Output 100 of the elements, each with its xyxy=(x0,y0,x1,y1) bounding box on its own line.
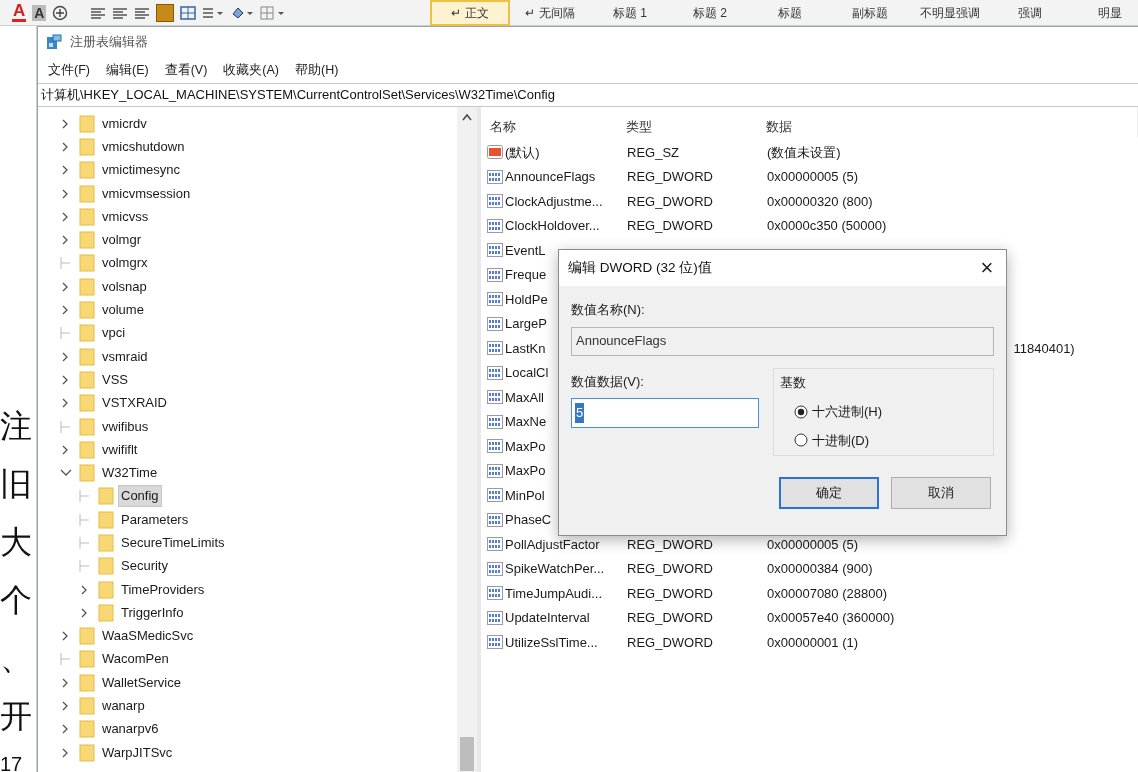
tree-item[interactable]: Security xyxy=(118,555,171,578)
folder-icon xyxy=(79,114,95,133)
scrollbar-thumb[interactable] xyxy=(460,737,474,771)
tree-item[interactable]: volmgrx xyxy=(99,252,151,275)
scrollbar[interactable] xyxy=(457,107,477,772)
tree-item[interactable]: TriggerInfo xyxy=(118,601,187,624)
address-bar[interactable]: 计算机\HKEY_LOCAL_MACHINE\SYSTEM\CurrentControlSet\Services\W32Time\Config xyxy=(38,83,1138,107)
folder-icon xyxy=(79,347,95,366)
registry-app-icon xyxy=(46,34,62,50)
align-icon xyxy=(112,5,129,20)
document-text: 注 xyxy=(0,406,32,446)
tree-item[interactable]: TimeProviders xyxy=(118,578,208,601)
radio-button[interactable] xyxy=(794,405,808,420)
tree-item[interactable]: vmicvss xyxy=(99,205,152,228)
value-type: REG_DWORD xyxy=(626,535,714,554)
tree-item[interactable]: WalletService xyxy=(99,671,184,694)
folder-icon xyxy=(79,417,95,436)
document-text: 、 xyxy=(0,638,32,678)
value-name-field[interactable]: AnnounceFlags xyxy=(571,326,994,356)
style-gallery-item[interactable]: 明显 xyxy=(1070,0,1138,26)
style-gallery-item[interactable]: 标题 1 xyxy=(590,0,670,26)
value-name: Freque xyxy=(505,266,547,284)
style-gallery-item[interactable]: 标题 xyxy=(750,0,830,26)
tree-item[interactable]: WaaSMedicSvc xyxy=(99,625,197,648)
font-color-button[interactable]: A xyxy=(12,3,27,22)
tree-item[interactable]: VSS xyxy=(99,368,131,391)
dialog-button[interactable]: 确定 xyxy=(779,476,879,509)
folder-icon xyxy=(98,603,114,622)
binary-value-icon xyxy=(487,267,503,282)
binary-value-icon xyxy=(487,610,503,625)
style-gallery-item[interactable]: ↵ 正文 xyxy=(430,0,510,26)
radio-label[interactable]: 十六进制(H) xyxy=(812,402,883,422)
tree-item[interactable]: Parameters xyxy=(118,508,192,531)
binary-value-icon xyxy=(487,292,503,307)
value-name: (默认) xyxy=(505,143,541,162)
tree-item[interactable]: vmicshutdown xyxy=(99,135,188,158)
value-data: 0x0000c350 (50000) xyxy=(766,217,887,235)
binary-value-icon xyxy=(487,169,503,184)
close-button[interactable]: × xyxy=(972,254,1002,282)
menu-item[interactable]: 帮助(H) xyxy=(291,60,343,80)
menu-item[interactable]: 收藏夹(A) xyxy=(219,60,283,80)
tree-item[interactable]: volsnap xyxy=(99,275,150,298)
menu-item[interactable]: 查看(V) xyxy=(160,60,212,80)
tree-item[interactable]: VSTXRAID xyxy=(99,392,170,415)
menu-item[interactable]: 编辑(E) xyxy=(101,60,153,80)
tree-item[interactable]: vwifibus xyxy=(99,415,152,438)
column-header[interactable]: 名称 xyxy=(487,116,623,136)
value-name: ClockHoldover... xyxy=(505,217,601,235)
tree-item[interactable]: vmictimesync xyxy=(99,159,183,182)
tree-item[interactable]: W32Time xyxy=(99,462,161,485)
style-gallery-item[interactable]: 标题 2 xyxy=(670,0,750,26)
value-data: 0x00000320 (800) xyxy=(766,192,873,211)
folder-icon xyxy=(79,673,95,692)
dialog-button[interactable]: 取消 xyxy=(891,476,991,509)
character-shading-button[interactable]: A xyxy=(32,4,47,21)
binary-value-icon xyxy=(487,439,503,454)
tree-item[interactable]: vsmraid xyxy=(99,345,151,368)
value-type: REG_DWORD xyxy=(626,633,714,652)
tree-item[interactable]: vmicrdv xyxy=(99,112,150,135)
menu-item[interactable]: 文件(F) xyxy=(44,60,94,80)
column-header[interactable]: 数据 xyxy=(763,116,963,136)
value-data-field[interactable]: 5 xyxy=(571,398,759,428)
tree-item[interactable]: volmgr xyxy=(99,229,144,252)
binary-value-icon xyxy=(487,537,503,552)
value-name: LargeP xyxy=(505,315,547,333)
tree-line-icon xyxy=(60,257,72,270)
style-gallery-item[interactable]: 强调 xyxy=(990,0,1070,26)
value-type: REG_DWORD xyxy=(626,609,714,627)
binary-value-icon xyxy=(487,635,503,650)
distribute-icon xyxy=(180,5,197,20)
value-type: REG_DWORD xyxy=(626,192,714,211)
column-header[interactable]: 类型 xyxy=(623,116,763,136)
tree-item[interactable]: Config xyxy=(118,485,162,508)
binary-value-icon xyxy=(487,463,503,478)
document-text: 大 xyxy=(0,522,32,562)
tree-item[interactable]: volume xyxy=(99,299,147,321)
field-label: 数值名称(N): xyxy=(571,301,646,319)
tree-line-icon xyxy=(79,537,91,549)
tree-line-icon xyxy=(60,653,72,666)
value-data: (数值未设置) xyxy=(766,143,841,162)
folder-icon xyxy=(79,720,95,739)
style-gallery-item[interactable]: 不明显强调 xyxy=(910,0,990,26)
value-type: REG_DWORD xyxy=(626,168,714,186)
tree-item[interactable]: vpci xyxy=(99,322,129,345)
tree-item[interactable]: WarpJITSvc xyxy=(99,741,176,764)
tree-item[interactable]: WacomPen xyxy=(99,648,172,671)
field-label: 数值数据(V): xyxy=(571,372,645,391)
tree-item[interactable]: wanarp xyxy=(99,695,148,718)
tree-item[interactable]: SecureTimeLimits xyxy=(118,532,228,554)
tree-line-icon xyxy=(79,490,91,503)
style-gallery-item[interactable]: ↵ 无间隔 xyxy=(510,0,590,26)
tree-item[interactable]: vwififlt xyxy=(99,438,141,461)
style-gallery-item[interactable]: 副标题 xyxy=(830,0,910,26)
tree-item[interactable]: wanarpv6 xyxy=(99,718,162,741)
folder-icon xyxy=(79,697,95,716)
radio-label[interactable]: 十进制(D) xyxy=(812,430,870,451)
radio-button[interactable] xyxy=(794,433,808,448)
tree-item[interactable]: vmicvmsession xyxy=(99,182,194,205)
value-name: MaxPo xyxy=(505,437,546,456)
value-name: HoldPe xyxy=(505,290,548,309)
